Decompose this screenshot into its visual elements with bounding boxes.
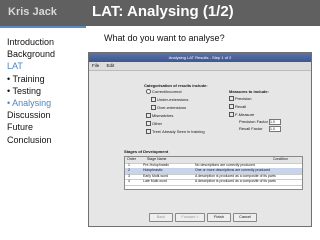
- outline-item-lat: LAT: [7, 61, 23, 72]
- checkbox-icon: [151, 105, 156, 111]
- outline-item-future: Future: [7, 122, 34, 133]
- checkbox-icon: [229, 96, 234, 102]
- slide-outline: Introduction Background LAT • Training •…: [7, 36, 55, 146]
- checkbox-icon: [146, 113, 151, 119]
- checkbox-icon: [229, 112, 234, 118]
- stages-heading: Stages of Development: [124, 149, 169, 154]
- sidebar-divider: [0, 26, 86, 28]
- stages-table: Order Stage Name Condition 1 Pre-Holophr…: [124, 156, 303, 190]
- outline-item-analysing: • Analysing: [7, 98, 52, 109]
- app-window-screenshot: Analysing LAT Results - Step 1 of 2 File…: [88, 52, 312, 227]
- cancel-button[interactable]: Cancel: [233, 213, 257, 222]
- radio-icon: [146, 89, 151, 95]
- author-name: Kris Jack: [8, 6, 57, 18]
- menu-edit[interactable]: Edit: [107, 63, 115, 68]
- slide-header: Kris Jack LAT: Analysing (1/2): [0, 0, 320, 26]
- slide-title: LAT: Analysing (1/2): [92, 3, 234, 20]
- option-correct-incorrect[interactable]: Correct/incorrect: [146, 89, 182, 95]
- recall-factor-input[interactable]: 1.0: [269, 126, 281, 132]
- option-mismatches[interactable]: Mismatches: [146, 113, 173, 119]
- categorisation-heading: Categorisation of results include:: [144, 83, 208, 88]
- outline-item-discussion: Discussion: [7, 110, 51, 121]
- checkbox-icon: [146, 121, 151, 127]
- outline-item-introduction: Introduction: [7, 37, 55, 47]
- recall-factor-label: Recall Factor: [239, 126, 263, 131]
- outline-item-training: • Training: [7, 73, 45, 84]
- measure-precision[interactable]: Precision: [229, 96, 251, 102]
- measure-recall[interactable]: Recall: [229, 104, 246, 110]
- precision-factor-input[interactable]: 1.0: [269, 119, 281, 125]
- outline-item-background: Background: [7, 49, 56, 60]
- option-under-extensions[interactable]: Under-extensions: [151, 97, 188, 103]
- checkbox-icon: [146, 129, 151, 135]
- measure-f-measure[interactable]: F-Measure: [229, 112, 254, 118]
- slide-question: What do you want to analyse?: [104, 33, 225, 43]
- back-button[interactable]: Back: [149, 213, 173, 222]
- menu-file[interactable]: File: [92, 63, 99, 68]
- option-already-seen[interactable]: Tree/ Already Seen in training: [146, 129, 205, 135]
- checkbox-icon: [229, 104, 234, 110]
- menu-bar: File Edit: [89, 62, 311, 71]
- measures-heading: Measures to include:: [229, 89, 269, 94]
- table-row[interactable]: 4 Late Multi-word A description is produ…: [125, 179, 302, 186]
- checkbox-icon: [151, 97, 156, 103]
- option-other[interactable]: Other: [146, 121, 162, 127]
- window-title-bar: Analysing LAT Results - Step 1 of 2: [89, 53, 311, 62]
- forward-button[interactable]: Forward >: [175, 213, 205, 222]
- option-over-extensions[interactable]: Over-extensions: [151, 105, 186, 111]
- outline-item-testing: • Testing: [7, 85, 42, 96]
- precision-factor-label: Precision Factor: [239, 119, 268, 124]
- outline-item-conclusion: Conclusion: [7, 134, 52, 145]
- finish-button[interactable]: Finish: [207, 213, 231, 222]
